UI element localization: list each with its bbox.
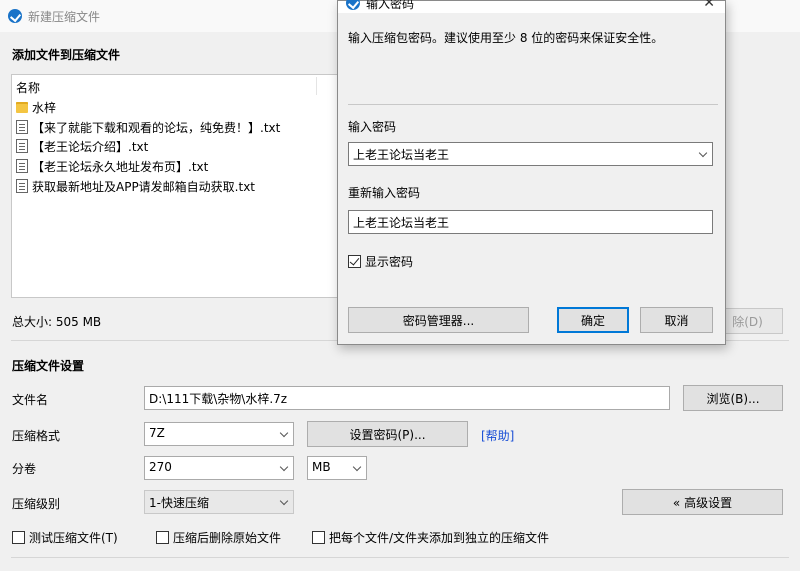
separate-archives-checkbox[interactable]: 把每个文件/文件夹添加到独立的压缩文件 xyxy=(312,529,549,546)
text-file-icon xyxy=(16,139,28,153)
checkbox-box xyxy=(12,531,25,544)
column-separator[interactable] xyxy=(316,77,317,95)
text-file-icon xyxy=(16,120,28,134)
volume-value: 270 xyxy=(149,460,172,474)
volume-unit-select[interactable]: MB xyxy=(307,456,367,480)
dialog-description: 输入压缩包密码。建议使用至少 8 位的密码来保证安全性。 xyxy=(348,31,664,45)
advanced-settings-button[interactable]: « 高级设置 xyxy=(622,489,783,515)
file-name: 获取最新地址及APP请发邮箱自动获取.txt xyxy=(32,179,256,194)
volume-select[interactable]: 270 xyxy=(144,456,294,480)
chevron-down-icon xyxy=(279,428,289,438)
file-name: 水梓 xyxy=(32,100,57,115)
confirm-password-label: 重新输入密码 xyxy=(348,186,421,200)
list-item[interactable]: 水梓 xyxy=(16,97,56,117)
settings-heading: 压缩文件设置 xyxy=(12,359,85,373)
folder-icon xyxy=(16,101,28,113)
filename-input[interactable]: D:\111下载\杂物\水梓.7z xyxy=(144,386,670,410)
help-link[interactable]: [帮助] xyxy=(481,427,514,444)
checkbox-box xyxy=(156,531,169,544)
checkbox-box xyxy=(348,255,361,268)
volume-label: 分卷 xyxy=(12,462,37,476)
confirm-password-input[interactable]: 上老王论坛当老王 xyxy=(348,210,713,234)
file-name: 【老王论坛介绍】.txt xyxy=(32,139,149,154)
format-label: 压缩格式 xyxy=(12,429,61,443)
app-logo-icon xyxy=(8,9,22,23)
password-label: 输入密码 xyxy=(348,120,397,134)
level-select[interactable]: 1-快速压缩 xyxy=(144,490,294,514)
level-label: 压缩级别 xyxy=(12,497,61,511)
password-input[interactable]: 上老王论坛当老王 xyxy=(348,142,713,166)
checkbox-label: 压缩后删除原始文件 xyxy=(173,531,282,545)
level-value: 1-快速压缩 xyxy=(149,496,209,510)
dialog-title-bar: 输入密码 ✕ xyxy=(338,0,725,13)
list-item[interactable]: 【老王论坛介绍】.txt xyxy=(16,136,148,156)
dialog-title: 输入密码 xyxy=(366,0,415,11)
filename-label: 文件名 xyxy=(12,393,49,407)
browse-button[interactable]: 浏览(B)... xyxy=(683,385,783,411)
format-value: 7Z xyxy=(149,426,165,440)
file-name: 【老王论坛永久地址发布页】.txt xyxy=(32,159,209,174)
checkbox-label: 测试压缩文件(T) xyxy=(29,531,118,545)
chevron-down-icon xyxy=(352,462,362,472)
list-item[interactable]: 获取最新地址及APP请发邮箱自动获取.txt xyxy=(16,176,255,196)
checkbox-label: 显示密码 xyxy=(365,255,414,269)
total-size: 总大小: 505 MB xyxy=(12,315,102,329)
cancel-button[interactable]: 取消 xyxy=(640,307,713,333)
ok-button[interactable]: 确定 xyxy=(557,307,629,333)
volume-unit: MB xyxy=(312,460,331,474)
file-name: 【来了就能下载和观看的论坛，纯免费！】.txt xyxy=(32,120,281,135)
file-list[interactable]: 名称 水梓 【来了就能下载和观看的论坛，纯免费！】.txt 【老王论坛介绍】.t… xyxy=(11,74,341,298)
show-password-checkbox[interactable]: 显示密码 xyxy=(348,253,413,270)
divider xyxy=(348,104,718,105)
app-logo-icon xyxy=(346,0,360,10)
password-value: 上老王论坛当老王 xyxy=(353,148,450,162)
window-title: 新建压缩文件 xyxy=(28,10,101,24)
chevron-down-icon xyxy=(279,462,289,472)
description-area: 输入压缩包密码。建议使用至少 8 位的密码来保证安全性。 xyxy=(338,13,725,105)
text-file-icon xyxy=(16,179,28,193)
chevron-down-icon xyxy=(698,148,708,158)
password-dialog: 输入密码 ✕ 输入压缩包密码。建议使用至少 8 位的密码来保证安全性。 输入密码… xyxy=(337,0,726,345)
list-item[interactable]: 【老王论坛永久地址发布页】.txt xyxy=(16,156,208,176)
checkbox-label: 把每个文件/文件夹添加到独立的压缩文件 xyxy=(329,531,550,545)
set-password-button[interactable]: 设置密码(P)... xyxy=(307,421,468,447)
format-select[interactable]: 7Z xyxy=(144,422,294,446)
divider xyxy=(11,557,789,558)
list-item[interactable]: 【来了就能下载和观看的论坛，纯免费！】.txt xyxy=(16,117,280,137)
delete-after-checkbox[interactable]: 压缩后删除原始文件 xyxy=(156,529,281,546)
test-archive-checkbox[interactable]: 测试压缩文件(T) xyxy=(12,529,118,546)
text-file-icon xyxy=(16,159,28,173)
column-header-name[interactable]: 名称 xyxy=(16,79,40,96)
checkbox-box xyxy=(312,531,325,544)
password-manager-button[interactable]: 密码管理器... xyxy=(348,307,529,333)
close-icon[interactable]: ✕ xyxy=(703,0,715,11)
chevron-down-icon xyxy=(279,496,289,506)
add-files-heading: 添加文件到压缩文件 xyxy=(12,48,121,62)
